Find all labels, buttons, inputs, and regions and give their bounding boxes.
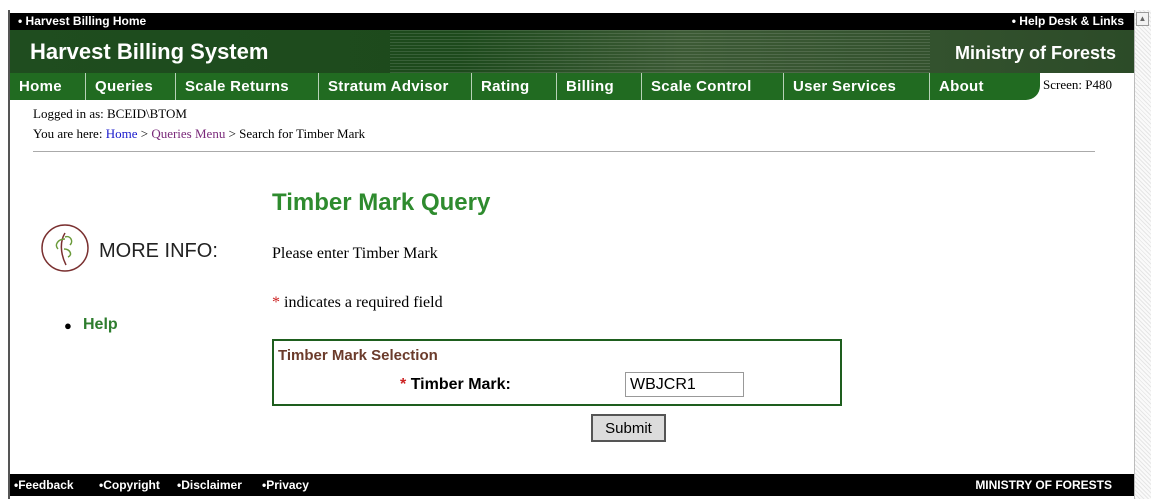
- footer-disclaimer-link[interactable]: •Disclaimer: [177, 478, 242, 492]
- harvest-billing-home-link[interactable]: • Harvest Billing Home: [18, 14, 146, 28]
- nav-about[interactable]: About: [930, 73, 1010, 100]
- footer-feedback-link[interactable]: •Feedback: [14, 478, 74, 492]
- more-info-label: MORE INFO:: [99, 240, 218, 262]
- page-title: Timber Mark Query: [272, 189, 491, 216]
- submit-button[interactable]: Submit: [591, 414, 666, 442]
- site-title: Harvest Billing System: [30, 39, 269, 64]
- required-field-note: * indicates a required field: [272, 294, 443, 312]
- breadcrumb-queries-menu-link[interactable]: Queries Menu: [151, 126, 225, 141]
- site-banner: Harvest Billing System Ministry of Fores…: [10, 30, 1134, 73]
- breadcrumb-separator: >: [140, 126, 149, 141]
- help-link[interactable]: Help: [83, 316, 118, 334]
- nav-home[interactable]: Home: [10, 73, 86, 100]
- banner-texture: [390, 30, 930, 73]
- footer: •Feedback •Copyright •Disclaimer •Privac…: [10, 474, 1134, 496]
- breadcrumb-separator: >: [228, 126, 236, 141]
- nav-scale-returns[interactable]: Scale Returns: [176, 73, 319, 100]
- bullet-icon: ●: [64, 318, 72, 333]
- more-info-leaf-icon: [41, 224, 89, 272]
- nav-queries[interactable]: Queries: [86, 73, 176, 100]
- timber-mark-input[interactable]: [625, 372, 744, 397]
- breadcrumb-current: Search for Timber Mark: [239, 126, 366, 141]
- scroll-up-arrow-icon[interactable]: ▲: [1136, 12, 1149, 26]
- logged-in-as: Logged in as: BCEID\BTOM: [33, 106, 187, 121]
- breadcrumb: You are here: Home > Queries Menu > Sear…: [33, 126, 365, 142]
- ministry-logo-text: Ministry of Forests: [954, 43, 1116, 63]
- footer-ministry: MINISTRY OF FORESTS: [975, 478, 1112, 492]
- required-note-text: indicates a required field: [284, 294, 443, 311]
- nav-rating[interactable]: Rating: [472, 73, 557, 100]
- breadcrumb-prefix: You are here:: [33, 126, 103, 141]
- header-divider: [33, 151, 1095, 152]
- breadcrumb-home-link[interactable]: Home: [106, 126, 138, 141]
- screen-id: Screen: P480: [1043, 77, 1112, 92]
- footer-privacy-link[interactable]: •Privacy: [262, 478, 309, 492]
- selection-legend: Timber Mark Selection: [278, 347, 438, 364]
- timber-mark-label-text: Timber Mark:: [410, 376, 511, 393]
- nav-user-services[interactable]: User Services: [784, 73, 930, 100]
- timber-mark-label: * Timber Mark:: [400, 376, 511, 394]
- help-desk-link[interactable]: • Help Desk & Links: [1012, 14, 1124, 28]
- nav-billing[interactable]: Billing: [557, 73, 642, 100]
- required-star-icon: *: [400, 376, 407, 393]
- footer-copyright-link[interactable]: •Copyright: [99, 478, 160, 492]
- nav-scale-control[interactable]: Scale Control: [642, 73, 784, 100]
- vertical-scrollbar[interactable]: [1134, 10, 1151, 499]
- nav-stratum-advisor[interactable]: Stratum Advisor: [319, 73, 472, 100]
- main-nav: Home Queries Scale Returns Stratum Advis…: [10, 73, 1040, 100]
- required-star-icon: *: [272, 294, 280, 311]
- instruction-text: Please enter Timber Mark: [272, 245, 438, 262]
- top-bar: • Harvest Billing Home • Help Desk & Lin…: [10, 13, 1134, 30]
